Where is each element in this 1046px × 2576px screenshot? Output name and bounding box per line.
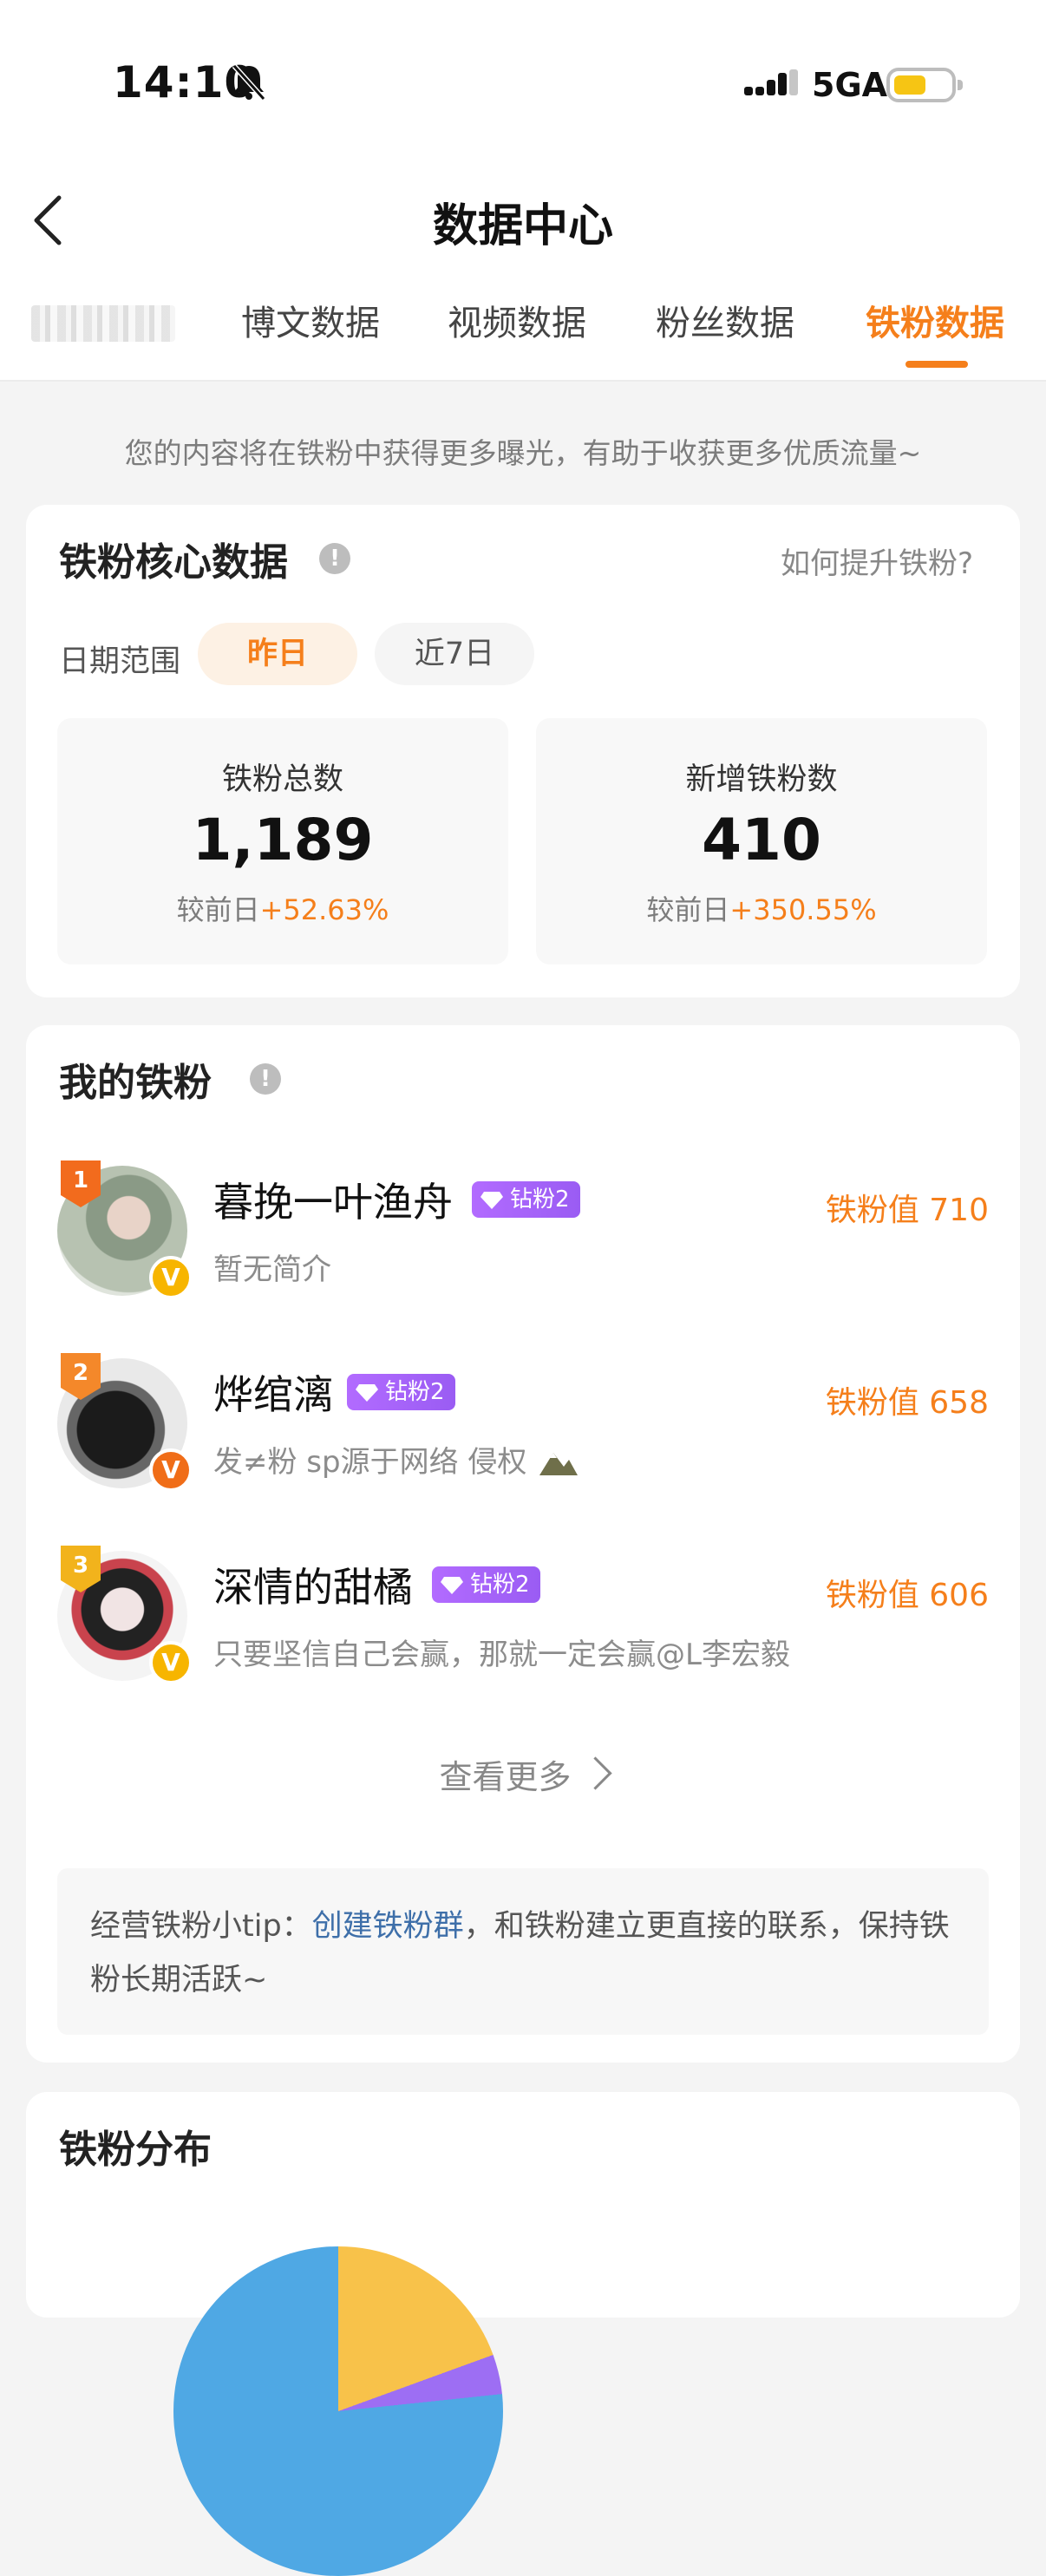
mountain-emoji-icon (539, 1453, 579, 1475)
stat-change: 较前日+350.55% (646, 893, 877, 926)
fan-bio: 发≠粉 sp源于网络 侵权 (213, 1438, 579, 1481)
fan-bio: 只要坚信自己会赢，那就一定会赢@L李宏毅 (213, 1638, 790, 1672)
network-type: 5GA (812, 66, 888, 104)
tab-posts[interactable]: 博文数据 (241, 295, 380, 345)
fan-level-badge: 钻粉2 (432, 1566, 540, 1603)
date-range-label: 日期范围 (59, 644, 181, 679)
tab-fans[interactable]: 粉丝数据 (656, 295, 794, 345)
tab-videos[interactable]: 视频数据 (448, 295, 586, 345)
date-option-yesterday[interactable]: 昨日 (198, 623, 357, 685)
create-fan-group-link[interactable]: 创建铁粉群 (312, 1909, 464, 1944)
info-icon[interactable]: ! (250, 1063, 281, 1095)
notice-text: 您的内容将在铁粉中获得更多曝光，有助于收获更多优质流量~ (124, 436, 922, 470)
stat-new-fans: 新增铁粉数 410 较前日+350.55% (536, 718, 987, 964)
how-to-boost-link[interactable]: 如何提升铁粉? (781, 539, 973, 582)
active-tab-indicator (905, 361, 968, 368)
verified-badge-icon: V (149, 1641, 193, 1684)
tab-bar: 博文数据 视频数据 粉丝数据 铁粉数据 (0, 295, 1046, 373)
my-fans-card: 我的铁粉 ! 1 V 暮挽一叶渔舟 钻粉2 暂无简介 铁粉值 710 2 V 烨… (26, 1025, 1020, 2063)
fan-distribution-card: 铁粉分布 (26, 2092, 1020, 2576)
stat-change: 较前日+52.63% (176, 893, 389, 926)
fan-score: 铁粉值 606 (825, 1578, 989, 1613)
my-fans-title: 我的铁粉 (59, 1061, 212, 1105)
fan-list-item[interactable]: 3 V 深情的甜橘 钻粉2 只要坚信自己会赢，那就一定会赢@L李宏毅 铁粉值 6… (26, 1546, 1020, 1724)
rank-badge-icon: 3 (61, 1546, 101, 1592)
mute-bell-icon (232, 63, 266, 101)
see-more-button[interactable]: 查看更多 (26, 1750, 1020, 1798)
core-data-card: 铁粉核心数据 ! 如何提升铁粉? 日期范围 昨日 近7日 铁粉总数 1,189 … (26, 505, 1020, 997)
fan-level-badge: 钻粉2 (347, 1374, 455, 1410)
date-option-7days[interactable]: 近7日 (375, 623, 534, 685)
distribution-title: 铁粉分布 (59, 2128, 212, 2172)
info-icon[interactable]: ! (319, 543, 350, 574)
svg-text:3: 3 (73, 1553, 88, 1579)
fan-level-badge: 钻粉2 (472, 1181, 580, 1218)
fan-list-item[interactable]: 1 V 暮挽一叶渔舟 钻粉2 暂无简介 铁粉值 710 (26, 1161, 1020, 1339)
diamond-icon (481, 1192, 503, 1209)
tip-box: 经营铁粉小tip：创建铁粉群，和铁粉建立更直接的联系，保持铁粉长期活跃~ (57, 1868, 989, 2035)
status-bar: 14:10 5GA (0, 0, 1046, 173)
stat-value: 1,189 (192, 807, 374, 873)
fan-bio: 暂无简介 (213, 1252, 331, 1287)
fan-name[interactable]: 烨绾漓 (213, 1363, 333, 1421)
fan-score: 铁粉值 710 (825, 1193, 989, 1228)
svg-text:2: 2 (73, 1360, 88, 1386)
fan-list-item[interactable]: 2 V 烨绾漓 钻粉2 发≠粉 sp源于网络 侵权 铁粉值 658 (26, 1353, 1020, 1532)
diamond-icon (441, 1577, 463, 1594)
verified-badge-icon: V (149, 1256, 193, 1299)
rank-badge-icon: 2 (61, 1353, 101, 1400)
rank-badge-icon: 1 (61, 1161, 101, 1207)
diamond-icon (356, 1384, 378, 1402)
tab-iron-fans[interactable]: 铁粉数据 (866, 295, 1004, 345)
header: 数据中心 博文数据 视频数据 粉丝数据 铁粉数据 (0, 173, 1046, 382)
fan-score: 铁粉值 658 (825, 1385, 989, 1421)
stat-value: 410 (702, 807, 821, 873)
fan-name[interactable]: 深情的甜橘 (213, 1556, 413, 1613)
distribution-pie-chart (173, 2246, 503, 2576)
stat-label: 铁粉总数 (221, 762, 343, 797)
fan-name[interactable]: 暮挽一叶渔舟 (213, 1171, 453, 1228)
signal-icon (744, 69, 798, 95)
stat-label: 新增铁粉数 (685, 762, 838, 797)
page-title: 数据中心 (432, 200, 613, 252)
svg-text:1: 1 (73, 1167, 88, 1193)
core-data-title: 铁粉核心数据 (59, 540, 288, 585)
stat-total-fans: 铁粉总数 1,189 较前日+52.63% (57, 718, 508, 964)
verified-badge-icon: V (149, 1448, 193, 1492)
battery-icon (886, 68, 963, 102)
chevron-right-icon (578, 1756, 612, 1790)
